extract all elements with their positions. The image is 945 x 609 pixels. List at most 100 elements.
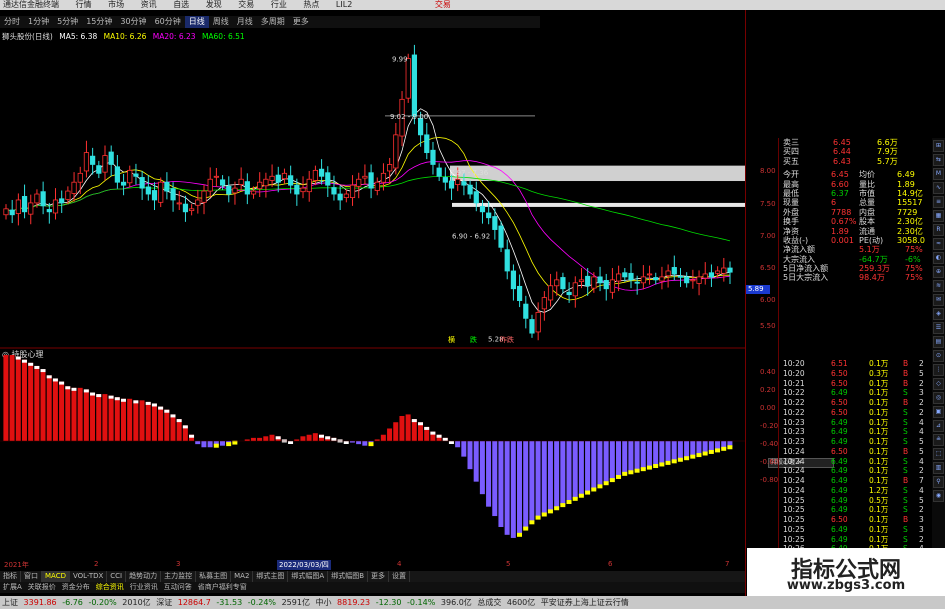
tick-time: 10:25 (783, 524, 805, 534)
stat-value: 2.30亿 (897, 226, 923, 236)
menu-l2[interactable]: LIL2 (336, 0, 352, 10)
info-tab[interactable]: 互动问答 (161, 582, 195, 593)
period-1[interactable]: 1分钟 (24, 16, 53, 28)
toolbar-icon[interactable]: ☰ (933, 322, 944, 334)
tick-time: 10:23 (783, 417, 805, 427)
toolbar-icon[interactable]: ◈ (933, 308, 944, 320)
tick-count: 5 (919, 446, 924, 456)
psy-cap (517, 532, 523, 537)
candle-body (288, 175, 294, 186)
menu-news[interactable]: 资讯 (141, 0, 157, 10)
toolbar-icon[interactable]: ⊞ (933, 140, 944, 152)
toolbar-icon[interactable]: ≈ (933, 238, 944, 250)
candle-body (15, 199, 21, 214)
toolbar-icon[interactable]: ⊕ (933, 266, 944, 278)
info-tab[interactable]: 扩展A (0, 582, 25, 593)
flow-pct: 75% (905, 273, 923, 283)
toolbar-icon[interactable]: ◇ (933, 378, 944, 390)
period-10[interactable]: 更多 (289, 16, 313, 28)
toolbar-icon[interactable]: M (933, 168, 944, 180)
indicator-tab[interactable]: 绑式主图 (253, 571, 289, 582)
indicator-tab[interactable]: 设置 (389, 571, 411, 582)
menu-market[interactable]: 市场 (108, 0, 124, 10)
toolbar-icon[interactable]: ⇆ (933, 154, 944, 166)
stat-value: 15517 (897, 198, 923, 208)
toolbar-icon[interactable]: ≗ (933, 434, 944, 446)
toolbar-icon[interactable]: ✉ (933, 294, 944, 306)
period-6[interactable]: 日线 (184, 16, 209, 28)
toolbar-icon[interactable]: ▦ (933, 210, 944, 222)
stat-label: 流通 (859, 226, 875, 236)
psy-bar-positive (257, 437, 263, 441)
period-4[interactable]: 30分钟 (116, 16, 150, 28)
indicator-tab[interactable]: 绑式幅图B (328, 571, 369, 582)
indicator-tab[interactable]: 私募主图 (196, 571, 232, 582)
flow-label: 5日大宗流入 (783, 273, 829, 283)
toolbar-icon[interactable]: ▣ (933, 406, 944, 418)
candle-body (541, 297, 547, 310)
tick-row: 10:22 6.49 0.1万 S 3 (779, 388, 931, 398)
psy-bar-negative (597, 441, 603, 487)
toolbar-icon[interactable]: ≡ (933, 196, 944, 208)
indicator-tab[interactable]: MACD (42, 571, 70, 582)
indicator-tick: -0.60 (760, 458, 779, 466)
toolbar-icon[interactable]: ▥ (933, 462, 944, 474)
info-tab[interactable]: 资金分布 (59, 582, 93, 593)
psy-cap (65, 386, 71, 390)
menu-trade[interactable]: 交易 (238, 0, 254, 10)
candlestick-chart[interactable]: 9.999.02 - 9.007.97 - 7.366.90 - 6.925.2… (0, 28, 745, 350)
menu-industry[interactable]: 行业 (271, 0, 287, 10)
tick-time: 10:22 (783, 388, 805, 398)
toolbar-icon[interactable]: ◎ (933, 392, 944, 404)
period-8[interactable]: 月线 (233, 16, 257, 28)
psy-cap (622, 471, 628, 476)
indicator-tab[interactable]: 主力监控 (161, 571, 197, 582)
menu-discover[interactable]: 发现 (206, 0, 222, 10)
toolbar-icon[interactable]: ∿ (933, 182, 944, 194)
menu-watchlist[interactable]: 自选 (173, 0, 189, 10)
indicator-tab[interactable]: VOL-TDX (70, 571, 108, 582)
indicator-tab[interactable]: 指标 (0, 571, 21, 582)
indicator-tab[interactable]: 趋势动力 (126, 571, 162, 582)
toolbar-icon[interactable]: R (933, 224, 944, 236)
toolbar-icon[interactable]: ⋮ (933, 364, 944, 376)
period-3[interactable]: 15分钟 (82, 16, 116, 28)
indicator-tab[interactable]: MA2 (231, 571, 254, 582)
period-5[interactable]: 60分钟 (151, 16, 185, 28)
flow-label: 大宗流入 (783, 254, 815, 264)
info-tab[interactable]: 关联报价 (25, 582, 59, 593)
indicator-tab[interactable]: 更多 (368, 571, 390, 582)
psy-bar-positive (114, 397, 120, 441)
menu-hq[interactable]: 行情 (76, 0, 92, 10)
period-0[interactable]: 分时 (0, 16, 24, 28)
toolbar-icon[interactable]: ◐ (933, 252, 944, 264)
toolbar-icon[interactable]: ⊙ (933, 350, 944, 362)
candle-body (547, 285, 554, 301)
tick-side: S (903, 485, 908, 495)
indicator-tab[interactable]: CCI (107, 571, 127, 582)
info-tab[interactable]: 省商户福利专窗 (195, 582, 250, 593)
toolbar-icon[interactable]: ⬚ (933, 448, 944, 460)
candle-body (504, 249, 510, 272)
tick-side: S (903, 534, 908, 544)
toolbar-icon[interactable]: ⊿ (933, 420, 944, 432)
toolbar-icon[interactable]: ⚲ (933, 476, 944, 488)
toolbar-icon[interactable]: ▤ (933, 336, 944, 348)
period-2[interactable]: 5分钟 (53, 16, 82, 28)
order-price: 6.43 (833, 156, 851, 166)
tick-count: 4 (919, 456, 924, 466)
info-tab[interactable]: 行业资讯 (127, 582, 161, 593)
toolbar-icon[interactable]: ◉ (933, 490, 944, 502)
trade-button[interactable]: 交易 (435, 0, 451, 10)
period-7[interactable]: 周线 (209, 16, 233, 28)
holding-psychology-chart[interactable] (0, 355, 745, 560)
tick-side: S (903, 388, 908, 398)
indicator-tab[interactable]: 窗口 (21, 571, 42, 582)
toolbar-icon[interactable]: ≋ (933, 280, 944, 292)
psy-bar-negative (201, 441, 207, 448)
psy-cap (597, 484, 603, 489)
info-tab[interactable]: 综合资讯 (93, 582, 127, 593)
menu-hot[interactable]: 热点 (303, 0, 319, 10)
indicator-tab[interactable]: 绑式幅图A (288, 571, 329, 582)
period-9[interactable]: 多周期 (257, 16, 289, 28)
